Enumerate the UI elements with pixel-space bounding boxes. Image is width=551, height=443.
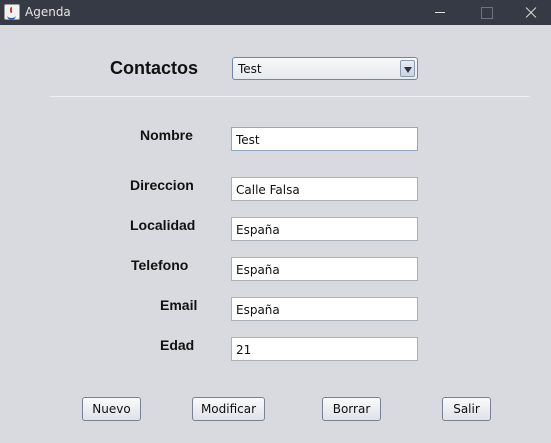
- nuevo-button[interactable]: Nuevo: [82, 397, 141, 421]
- borrar-button[interactable]: Borrar: [322, 397, 381, 421]
- contacts-combo[interactable]: Test: [232, 57, 418, 80]
- nombre-field[interactable]: Test: [231, 127, 418, 151]
- localidad-field[interactable]: España: [231, 217, 418, 241]
- telefono-label: Telefono: [131, 257, 189, 273]
- email-label: Email: [160, 297, 198, 313]
- direccion-label: Direccion: [130, 177, 194, 193]
- close-icon[interactable]: [505, 0, 551, 25]
- contacts-label: Contactos: [110, 58, 199, 78]
- chevron-down-icon[interactable]: [400, 60, 415, 77]
- telefono-field[interactable]: España: [231, 257, 418, 281]
- window-title: Agenda: [25, 5, 71, 19]
- contacts-combo-value: Test: [238, 62, 262, 76]
- edad-label: Edad: [160, 337, 195, 353]
- salir-button[interactable]: Salir: [442, 397, 491, 421]
- separator: [50, 96, 530, 97]
- maximize-icon[interactable]: [463, 0, 509, 25]
- minimize-icon[interactable]: [417, 0, 463, 25]
- edad-field[interactable]: 21: [231, 337, 418, 361]
- localidad-label: Localidad: [130, 217, 196, 233]
- email-field[interactable]: España: [231, 297, 418, 321]
- direccion-field[interactable]: Calle Falsa: [231, 177, 418, 201]
- title-bar[interactable]: Agenda: [0, 0, 551, 25]
- java-cup-icon: [4, 4, 20, 20]
- nombre-label: Nombre: [140, 127, 193, 143]
- modificar-button[interactable]: Modificar: [192, 397, 265, 421]
